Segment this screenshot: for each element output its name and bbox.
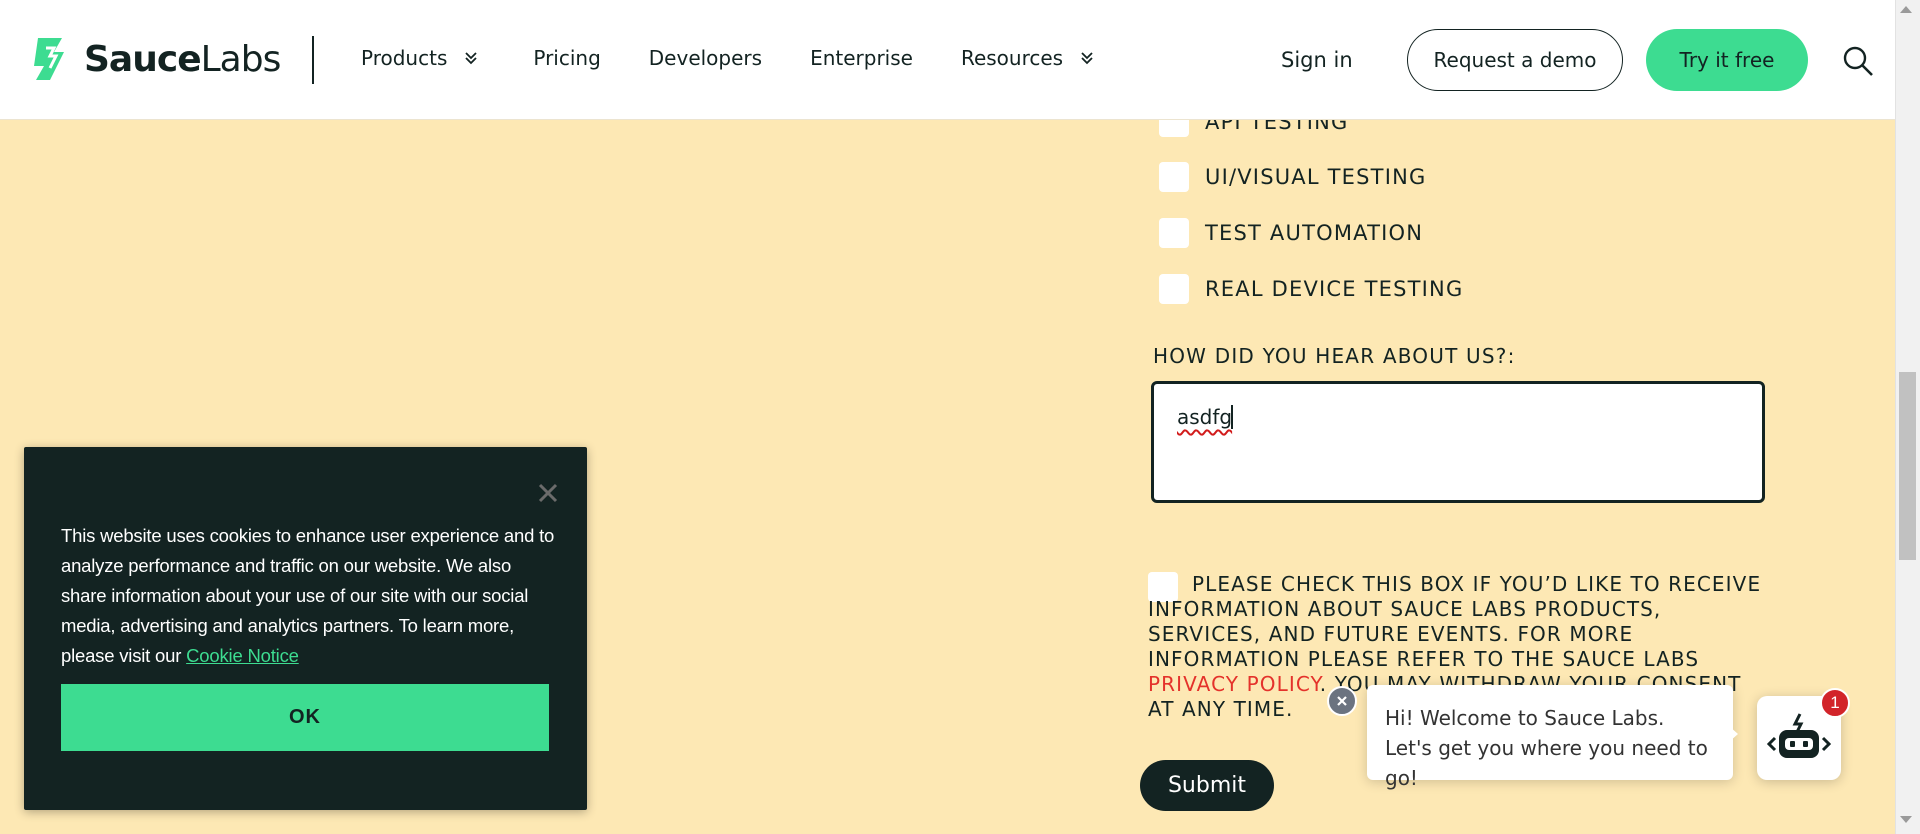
- nav-item-developers[interactable]: Developers: [649, 46, 762, 70]
- saucelabs-logo[interactable]: SauceLabs: [24, 34, 281, 84]
- text-caret: [1231, 405, 1233, 429]
- nav-item-pricing[interactable]: Pricing: [533, 46, 600, 70]
- close-icon: [1337, 696, 1347, 706]
- checkbox[interactable]: [1159, 162, 1189, 192]
- nav-item-enterprise[interactable]: Enterprise: [810, 46, 913, 70]
- double-chevron-down-icon: [465, 52, 477, 65]
- try-free-button[interactable]: Try it free: [1646, 29, 1808, 91]
- sign-in-link[interactable]: Sign in: [1281, 48, 1353, 72]
- saucelabs-logo-icon: [34, 38, 64, 80]
- site-header: SauceLabs Products Pricing Developers En…: [0, 0, 1895, 120]
- hear-about-value: asdfg: [1177, 405, 1233, 429]
- checkbox[interactable]: [1159, 274, 1189, 304]
- hear-about-textarea[interactable]: [1151, 381, 1765, 503]
- checkbox-ui-visual-testing[interactable]: UI/VISUAL TESTING: [1159, 162, 1426, 192]
- main-nav: Products Pricing Developers Enterprise R…: [361, 46, 1095, 70]
- hear-about-label: HOW DID YOU HEAR ABOUT US?:: [1153, 344, 1516, 368]
- checkbox-label: REAL DEVICE TESTING: [1205, 277, 1464, 301]
- header-divider: [312, 36, 314, 84]
- nav-item-products[interactable]: Products: [361, 46, 479, 70]
- checkbox-real-device-testing[interactable]: REAL DEVICE TESTING: [1159, 274, 1463, 304]
- request-demo-button[interactable]: Request a demo: [1407, 29, 1623, 91]
- privacy-policy-link[interactable]: PRIVACY POLICY: [1148, 672, 1320, 696]
- close-icon[interactable]: [535, 480, 561, 506]
- chat-bubble-tail: [1729, 726, 1738, 742]
- chat-welcome-bubble[interactable]: Hi! Welcome to Sauce Labs. Let's get you…: [1367, 685, 1733, 790]
- cookie-message: This website uses cookies to enhance use…: [61, 521, 561, 671]
- submit-button[interactable]: Submit: [1140, 760, 1274, 811]
- checkbox-label: TEST AUTOMATION: [1205, 221, 1424, 245]
- notification-badge: 1: [1820, 688, 1850, 718]
- nav-label: Enterprise: [810, 46, 913, 70]
- scrollbar-thumb[interactable]: [1899, 372, 1916, 560]
- checkbox-test-automation[interactable]: TEST AUTOMATION: [1159, 218, 1423, 248]
- checkbox-label: UI/VISUAL TESTING: [1205, 165, 1427, 189]
- nav-label: Pricing: [533, 46, 601, 70]
- nav-label: Products: [361, 46, 448, 70]
- nav-label: Resources: [960, 46, 1064, 70]
- nav-label: Developers: [648, 46, 763, 70]
- consent-text-before: PLEASE CHECK THIS BOX IF YOU’D LIKE TO R…: [1148, 572, 1762, 671]
- search-icon[interactable]: [1842, 45, 1874, 77]
- robot-icon: [1767, 713, 1831, 758]
- cookie-notice-link[interactable]: Cookie Notice: [186, 645, 299, 666]
- cookie-ok-button[interactable]: OK: [61, 684, 549, 751]
- cookie-text: This website uses cookies to enhance use…: [61, 525, 555, 666]
- double-chevron-down-icon: [1081, 52, 1093, 65]
- chat-close-button[interactable]: [1327, 686, 1357, 716]
- nav-item-resources[interactable]: Resources: [961, 46, 1095, 70]
- logo-wordmark: SauceLabs: [84, 38, 281, 80]
- checkbox[interactable]: [1159, 218, 1189, 248]
- scroll-down-arrow-icon[interactable]: [1900, 816, 1912, 823]
- scroll-up-arrow-icon[interactable]: [1900, 6, 1912, 13]
